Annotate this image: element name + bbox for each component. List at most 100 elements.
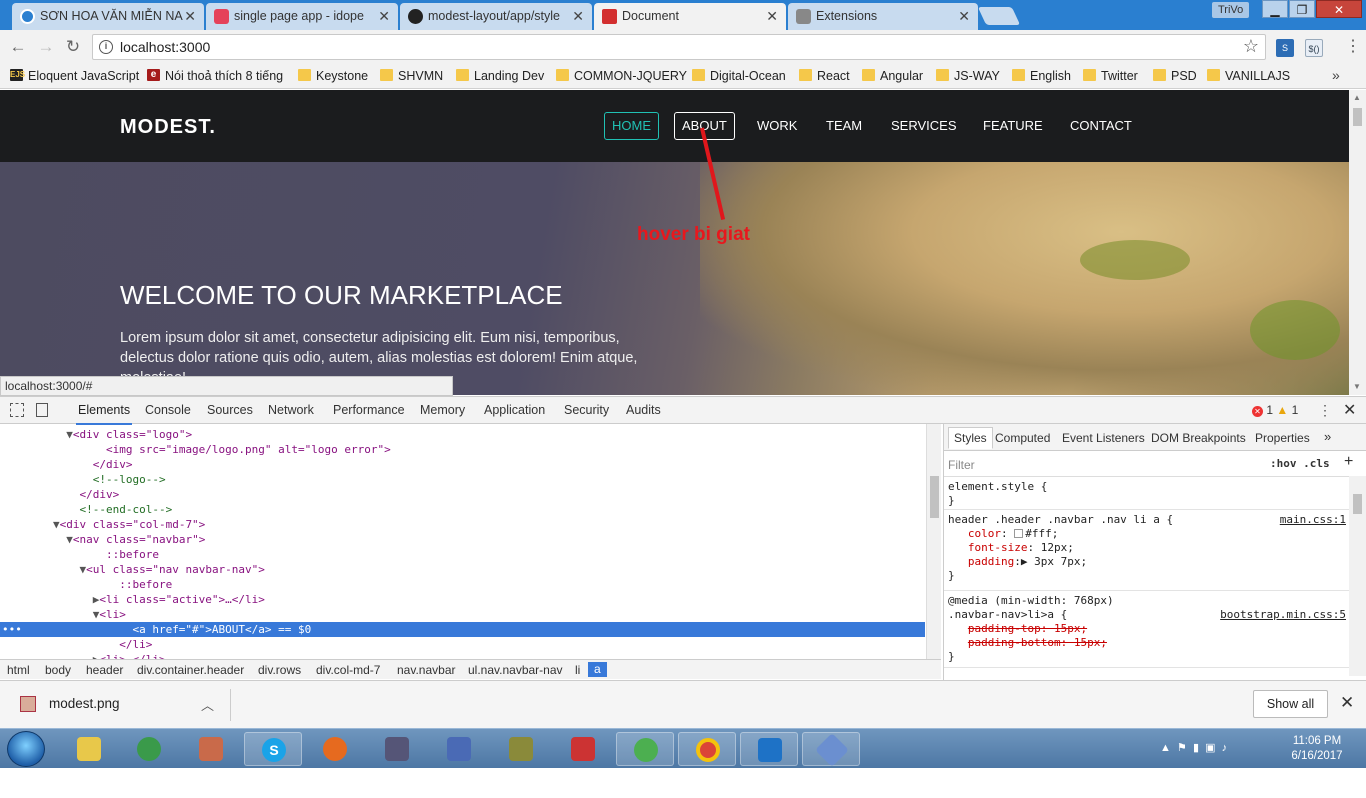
taskbar-app[interactable] <box>430 732 488 766</box>
dom-node-line[interactable]: ▼<li> <box>0 607 925 622</box>
taskbar-app[interactable] <box>678 732 736 766</box>
site-logo[interactable]: MODEST. <box>120 116 216 139</box>
bookmark-item[interactable]: EJS Eloquent JavaScript <box>10 67 139 85</box>
dom-node-line[interactable]: ▶<li class="active">…</li> <box>0 592 925 607</box>
color-swatch-icon[interactable] <box>1014 529 1024 538</box>
page-scrollbar[interactable]: ▲ ▼ <box>1349 90 1366 395</box>
breadcrumb-item[interactable]: li <box>575 663 580 677</box>
dom-node-line[interactable]: ▶<li>…</li> <box>0 652 925 659</box>
taskbar-app[interactable] <box>492 732 550 766</box>
bookmark-item[interactable]: Angular <box>862 67 923 85</box>
taskbar-clock[interactable]: 11:06 PM 6/16/2017 <box>1284 734 1350 764</box>
bookmarks-overflow-icon[interactable]: » <box>1332 67 1340 83</box>
system-tray[interactable]: ▲ ⚑ ▮ ▣ ♪ <box>1160 741 1227 754</box>
devtools-tab-performance[interactable]: Performance <box>333 403 405 417</box>
bookmark-item[interactable]: Landing Dev <box>456 67 544 85</box>
close-icon[interactable]: ✕ <box>572 3 584 29</box>
breadcrumb-item-active[interactable]: a <box>588 662 607 677</box>
breadcrumb-item[interactable]: html <box>7 663 30 677</box>
dom-node-line[interactable]: </div> <box>0 457 925 472</box>
taskbar-app[interactable] <box>554 732 612 766</box>
window-close-button[interactable]: ✕ <box>1316 0 1362 18</box>
start-button[interactable] <box>7 731 45 767</box>
breadcrumb-item[interactable]: header <box>86 663 123 677</box>
taskbar-app[interactable] <box>60 732 118 766</box>
taskbar-app[interactable]: S <box>244 732 302 766</box>
show-all-button[interactable]: Show all <box>1253 690 1328 718</box>
styles-filter[interactable]: Filter :hov .cls + <box>944 451 1353 477</box>
breadcrumb-item[interactable]: div.container.header <box>137 663 244 677</box>
back-arrow-icon[interactable]: ← <box>8 37 28 57</box>
nav-contact[interactable]: CONTACT <box>1062 112 1140 140</box>
dom-node-line[interactable]: <!--logo--> <box>0 472 925 487</box>
bookmark-star-icon[interactable]: ☆ <box>1243 36 1259 57</box>
nav-services[interactable]: SERVICES <box>883 112 965 140</box>
new-tab-button[interactable] <box>977 7 1021 25</box>
dom-node-line[interactable]: ▼<div class="col-md-7"> <box>0 517 925 532</box>
scroll-up-icon[interactable]: ▲ <box>1353 93 1361 102</box>
tab-styles[interactable]: Styles <box>948 427 993 449</box>
expand-down-icon[interactable]: ▼ <box>66 428 73 441</box>
close-icon[interactable]: ✕ <box>958 3 970 29</box>
reload-icon[interactable]: ↻ <box>63 37 83 57</box>
nav-feature[interactable]: FEATURE <box>975 112 1051 140</box>
tab-github[interactable]: modest-layout/app/style ✕ <box>400 3 592 30</box>
tab-computed[interactable]: Computed <box>995 431 1050 445</box>
expand-down-icon[interactable]: ▼ <box>66 533 73 546</box>
elements-scrollbar[interactable] <box>926 424 941 659</box>
breadcrumb-item[interactable]: ul.nav.navbar-nav <box>468 663 563 677</box>
breadcrumb-item[interactable]: div.col-md-7 <box>316 663 380 677</box>
close-icon[interactable]: ✕ <box>1340 693 1354 713</box>
dom-node-line[interactable]: ••• <a href="#">ABOUT</a> == $0 <box>0 622 925 637</box>
more-tabs-icon[interactable]: » <box>1324 429 1331 444</box>
dom-node-line[interactable]: ::before <box>0 547 925 562</box>
devtools-close-icon[interactable]: ✕ <box>1343 400 1356 420</box>
taskbar-app[interactable] <box>368 732 426 766</box>
close-icon[interactable]: ✕ <box>184 3 196 29</box>
bookmark-item[interactable]: COMMON-JQUERY <box>556 67 687 85</box>
bookmark-item[interactable]: Twitter <box>1083 67 1138 85</box>
dom-node-line[interactable]: <img src="image/logo.png" alt="logo erro… <box>0 442 925 457</box>
dom-node-line[interactable]: ▼<nav class="navbar"> <box>0 532 925 547</box>
elements-dom-tree[interactable]: ▼<div class="logo"> <img src="image/logo… <box>0 424 925 659</box>
breadcrumb-item[interactable]: nav.navbar <box>397 663 455 677</box>
taskbar-app[interactable] <box>306 732 364 766</box>
nav-work[interactable]: WORK <box>749 112 805 140</box>
devtools-tab-application[interactable]: Application <box>484 403 545 417</box>
taskbar-app[interactable] <box>120 732 178 766</box>
dom-node-line[interactable]: </div> <box>0 487 925 502</box>
breadcrumb-item[interactable]: div.rows <box>258 663 301 677</box>
extension-jquery-icon[interactable]: $() <box>1305 39 1323 57</box>
scroll-thumb[interactable] <box>930 476 939 518</box>
address-bar[interactable]: i localhost:3000 ☆ <box>92 34 1266 60</box>
close-icon[interactable]: ✕ <box>766 3 778 29</box>
chrome-menu-icon[interactable]: ⋮ <box>1345 38 1361 56</box>
dom-node-line[interactable]: <!--end-col--> <box>0 502 925 517</box>
node-actions-icon[interactable]: ••• <box>2 622 22 637</box>
devtools-tab-console[interactable]: Console <box>145 403 191 417</box>
download-item[interactable]: modest.png <box>20 696 120 712</box>
bookmark-item[interactable]: SHVMN <box>380 67 443 85</box>
devtools-tab-audits[interactable]: Audits <box>626 403 661 417</box>
scroll-thumb[interactable] <box>1353 494 1362 514</box>
tab-shvmn[interactable]: SƠN HOA VĂN MIỄN NA ✕ <box>12 3 204 30</box>
devtools-menu-icon[interactable]: ⋮ <box>1318 402 1332 419</box>
rule-source-link[interactable]: main.css:1 <box>1280 513 1346 527</box>
nav-home[interactable]: HOME <box>604 112 659 140</box>
styles-scrollbar[interactable] <box>1349 476 1366 676</box>
bookmark-item[interactable]: VANILLAJS <box>1207 67 1290 85</box>
close-icon[interactable]: ✕ <box>378 3 390 29</box>
devtools-tab-elements[interactable]: Elements <box>75 403 133 425</box>
bookmark-item[interactable]: PSD <box>1153 67 1197 85</box>
error-warning-counter[interactable]: ✕ 1 ▲ 1 <box>1252 403 1298 417</box>
forward-arrow-icon[interactable]: → <box>36 37 56 57</box>
maximize-button[interactable]: ❐ <box>1289 0 1315 18</box>
tab-properties[interactable]: Properties <box>1255 431 1310 445</box>
hov-cls-toggles[interactable]: :hov .cls <box>1270 457 1330 470</box>
dom-node-line[interactable]: ▼<div class="logo"> <box>0 427 925 442</box>
dom-node-line[interactable]: ::before <box>0 577 925 592</box>
devtools-tab-memory[interactable]: Memory <box>420 403 465 417</box>
tab-dom-breakpoints[interactable]: DOM Breakpoints <box>1151 431 1246 445</box>
inspect-element-icon[interactable] <box>10 403 24 417</box>
style-rule-element[interactable]: element.style { } <box>944 478 1350 510</box>
